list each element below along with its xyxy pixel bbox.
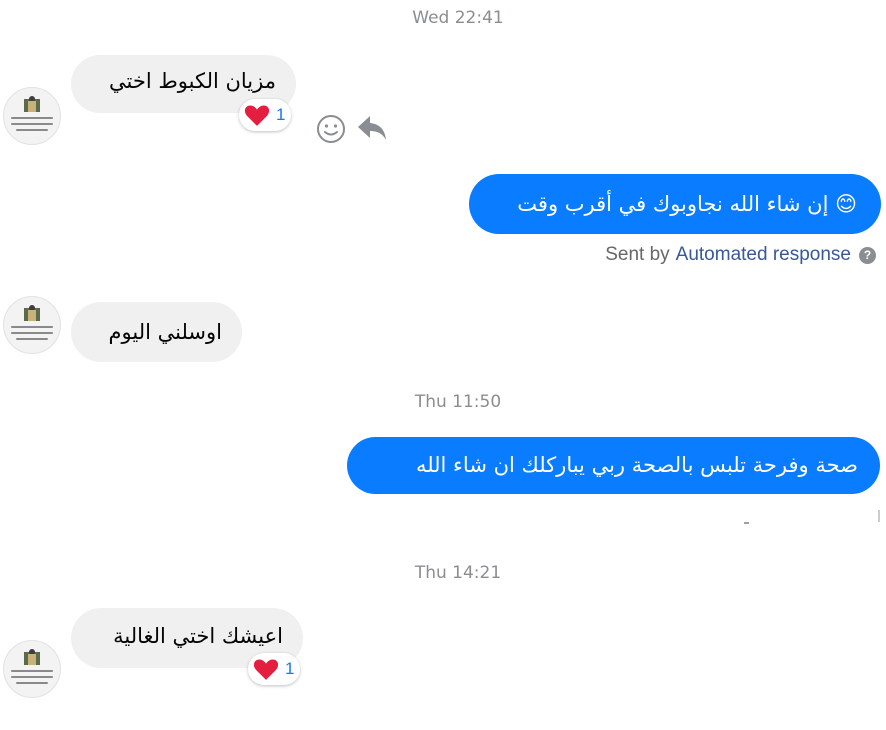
outgoing-message-bubble[interactable]: صحة وفرحة تلبس بالصحة ربي يباركلك ان شاء… [347,437,880,494]
heart-icon [244,105,270,126]
timestamp: Thu 14:21 [414,563,502,583]
question-icon[interactable]: ? [859,246,876,264]
sent-by-prefix: Sent by [605,244,670,265]
avatar-figure-icon [24,305,40,321]
reply-arrow-icon[interactable] [356,114,388,142]
message-reaction[interactable]: 1 [239,99,292,131]
automated-response-link[interactable]: Automated response [676,244,851,266]
reaction-count: 1 [276,105,286,124]
heart-icon [253,659,279,680]
timestamp: Thu 11:50 [414,392,502,412]
incoming-message-bubble[interactable]: اوسلني اليوم [71,302,242,362]
avatar-figure-icon [24,649,40,665]
avatar-figure-icon [24,96,40,112]
outgoing-message-bubble[interactable]: 😊 إن شاء الله نجاوبوك في أقرب وقت [469,174,881,234]
smiley-icon[interactable] [316,114,346,144]
sent-by-note: Sent by Automated response ? [605,244,876,266]
contact-avatar[interactable] [3,87,61,145]
contact-avatar[interactable] [3,296,61,354]
message-reaction[interactable]: 1 [248,653,301,685]
contact-avatar[interactable] [3,640,61,698]
message-status-indicator [878,510,880,522]
reaction-count: 1 [285,659,295,678]
message-status-indicator [744,522,749,524]
timestamp: Wed 22:41 [412,8,504,28]
